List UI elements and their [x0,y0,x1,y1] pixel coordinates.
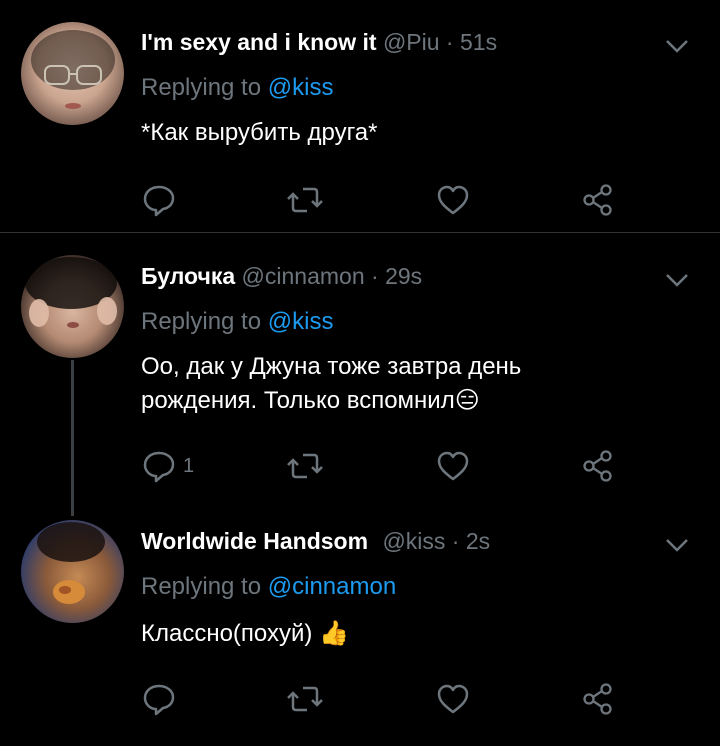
reply-button[interactable]: 1 [141,448,194,484]
avatar[interactable] [21,22,124,125]
display-name[interactable]: Булочка [141,263,235,289]
tweet-text: *Как вырубить друга* [141,119,378,146]
chevron-down-icon[interactable] [664,37,690,55]
tweet-text: Классно(похуй) 👍 [141,620,349,647]
tweet-1[interactable]: I'm sexy and i know it @Piu · 51s Replyi… [0,0,720,232]
mention-link[interactable]: @kiss [268,308,334,335]
reply-icon [143,451,175,483]
retweet-icon [287,453,323,479]
display-name[interactable]: I'm sexy and i know it [141,29,377,55]
retweet-icon [287,686,323,712]
mention-link[interactable]: @cinnamon [268,573,396,600]
reply-count: 1 [183,454,195,477]
tweet-actions: 1 [0,448,720,484]
like-button[interactable] [435,182,471,218]
display-name[interactable]: Worldwide Handsom [141,528,368,554]
tweet-text: Оо, дак у Джуна тоже завтра день рождени… [141,353,522,414]
replying-to: Replying to @cinnamon [141,573,397,600]
avatar[interactable] [21,255,124,358]
avatar-photo-art [37,522,105,604]
tweet-header: Булочка @cinnamon · 29s [141,263,423,289]
tweet-3[interactable]: Worldwide Handsom @kiss · 2s Replying to… [0,503,720,746]
share-icon [583,450,612,482]
chevron-down-icon[interactable] [664,536,690,554]
share-icon [583,683,612,715]
user-handle[interactable]: @Piu [383,29,440,55]
mention-link[interactable]: @kiss [268,74,334,101]
retweet-button[interactable] [285,681,325,717]
like-button[interactable] [435,681,471,717]
tweet-header: Worldwide Handsom @kiss · 2s [141,528,491,554]
chevron-down-icon[interactable] [664,271,690,289]
avatar-glasses-art [31,30,115,109]
reply-button[interactable] [141,182,183,218]
user-handle[interactable]: @cinnamon [242,263,365,289]
timestamp[interactable]: 29s [385,263,422,289]
like-icon [437,684,469,714]
like-icon [437,451,469,481]
avatar-photo-art [25,257,117,328]
tweet-actions [0,681,720,717]
user-handle[interactable]: @kiss [382,528,445,554]
timestamp[interactable]: 2s [466,528,490,554]
share-button[interactable] [580,448,616,484]
retweet-icon [287,187,323,213]
tweet-2[interactable]: Булочка @cinnamon · 29s Replying to @kis… [0,233,720,503]
timestamp[interactable]: 51s [460,29,497,55]
reply-icon [143,185,175,217]
replying-to: Replying to @kiss [141,74,334,101]
like-icon [437,185,469,215]
reply-button[interactable] [141,681,183,717]
tweet-actions [0,182,720,218]
like-button[interactable] [435,448,471,484]
reply-icon [143,684,175,716]
retweet-button[interactable] [285,182,325,218]
share-button[interactable] [580,182,616,218]
tweet-header: I'm sexy and i know it @Piu · 51s [141,29,498,55]
share-button[interactable] [580,681,616,717]
avatar[interactable] [21,520,124,623]
retweet-button[interactable] [285,448,325,484]
share-icon [583,184,612,216]
replying-to: Replying to @kiss [141,308,334,335]
